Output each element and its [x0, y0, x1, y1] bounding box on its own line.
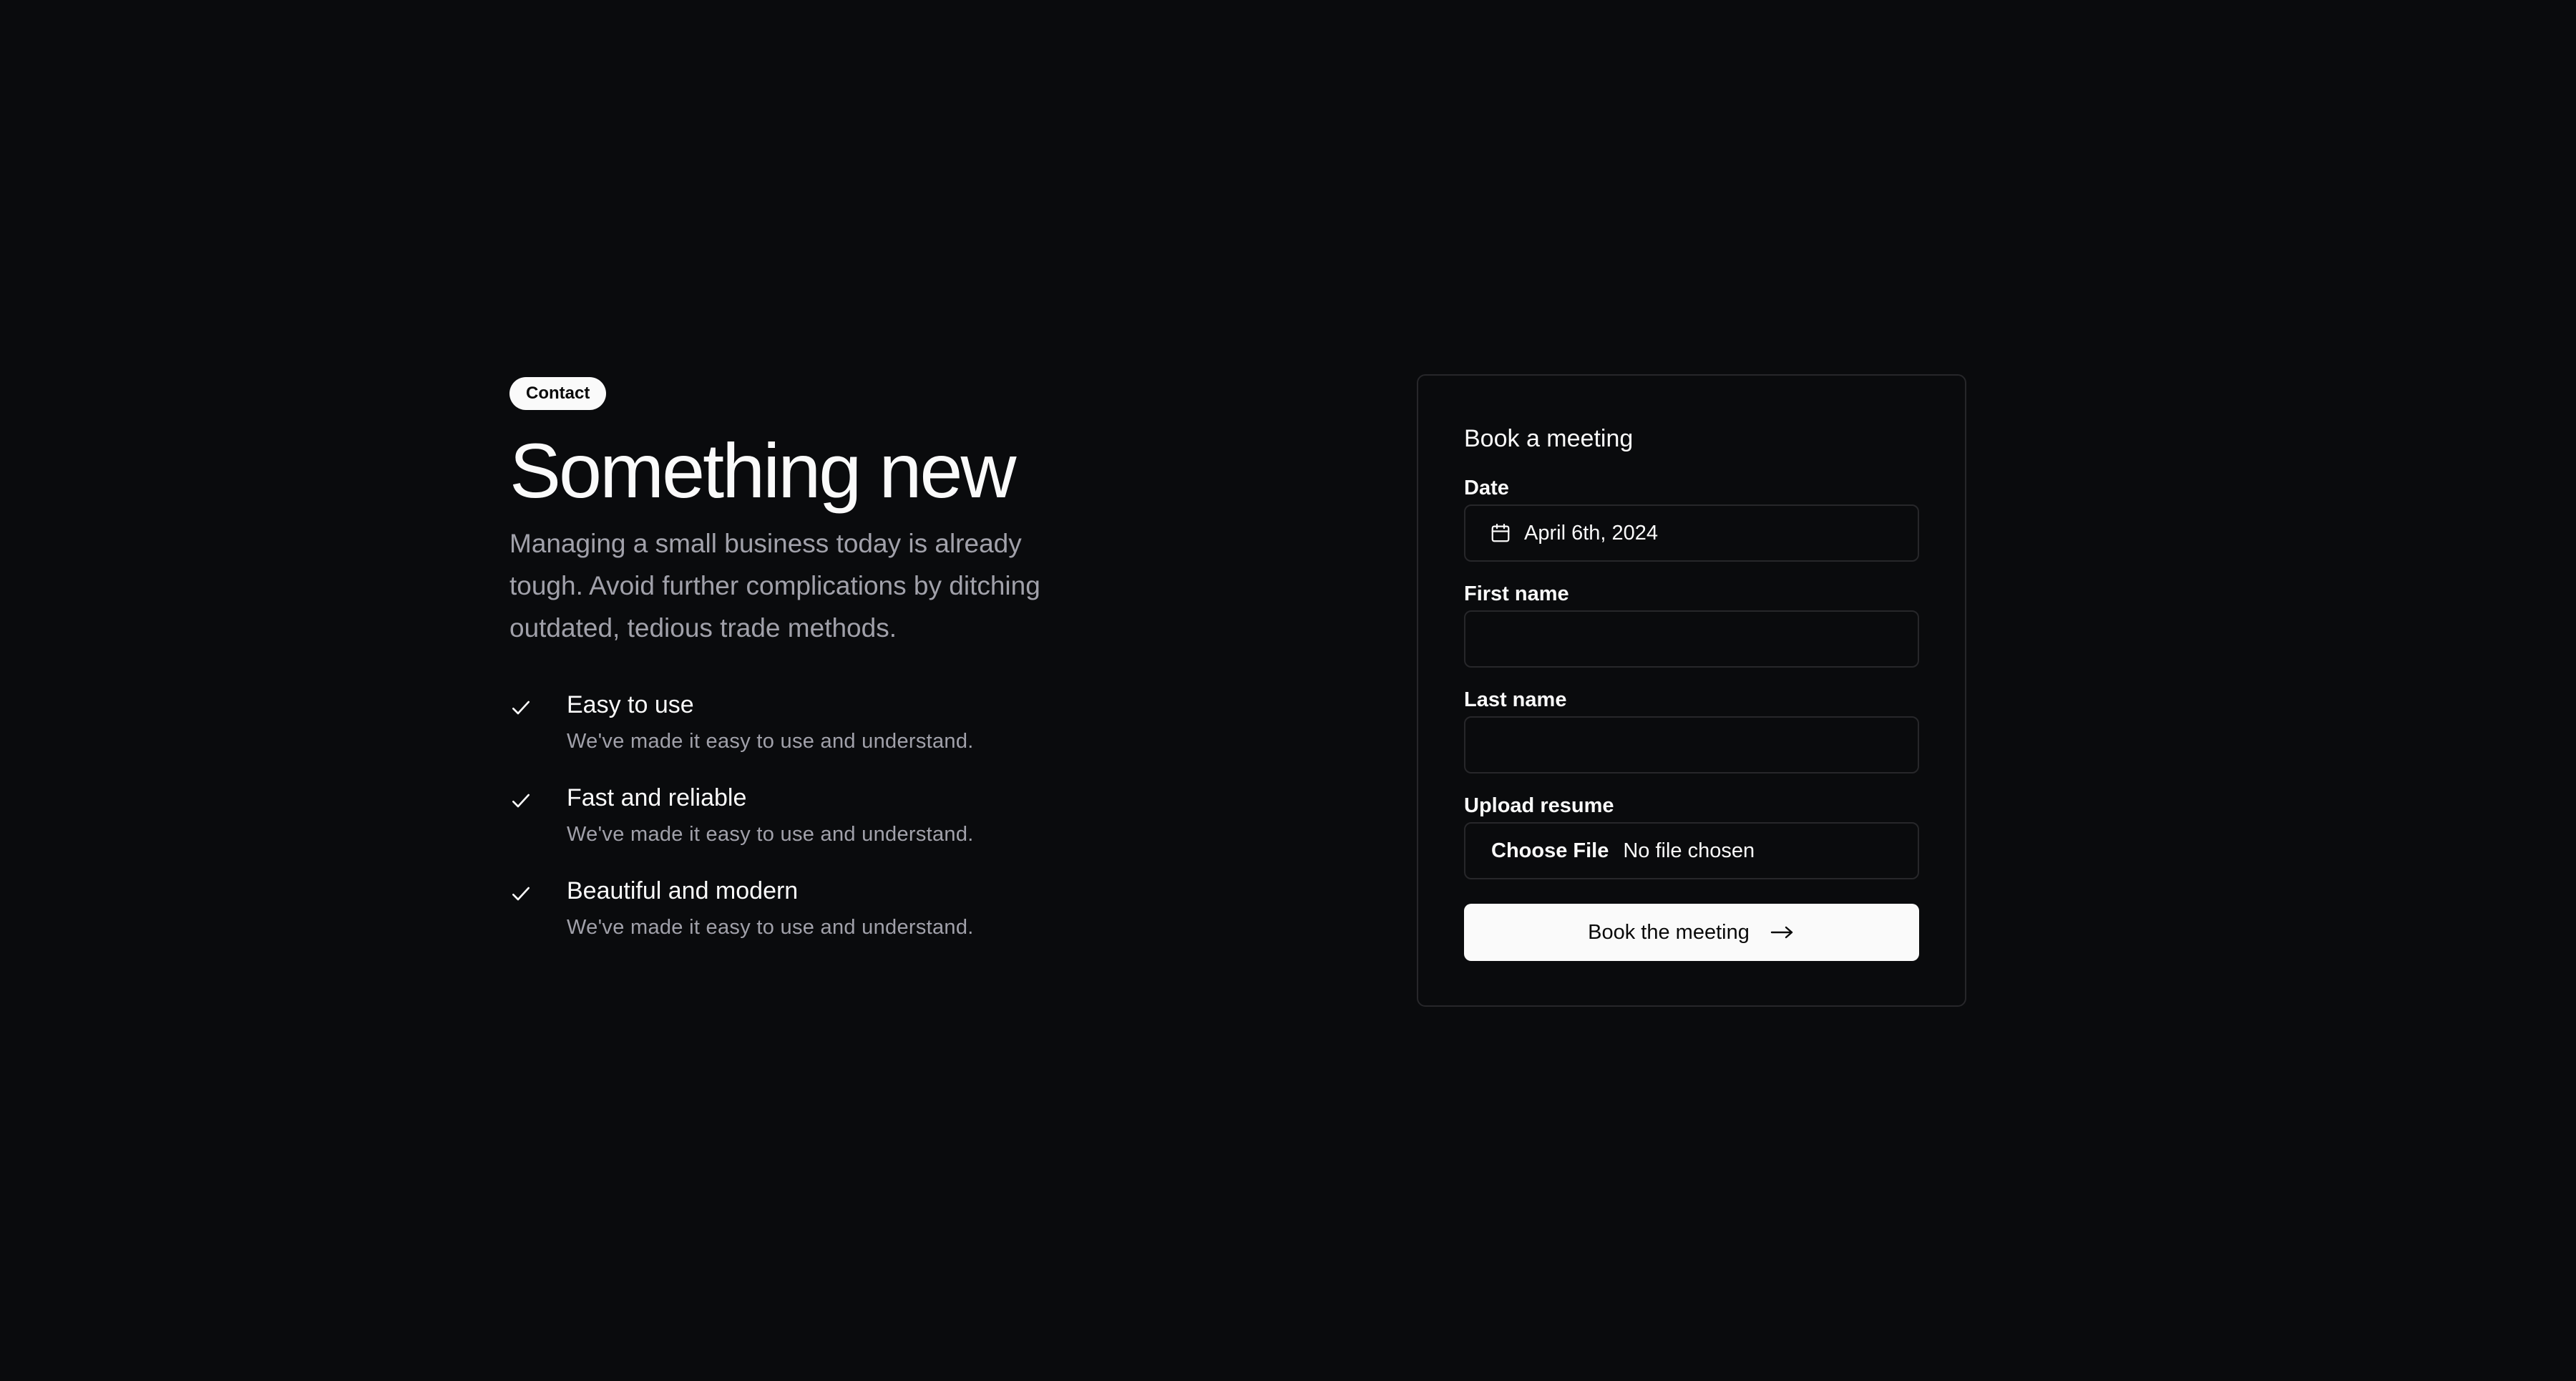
last-name-label: Last name [1464, 688, 1567, 711]
hero-section: Contact Something new Managing a small b… [509, 377, 1096, 968]
feature-item: Easy to use We've made it easy to use an… [509, 689, 1096, 755]
feature-item: Fast and reliable We've made it easy to … [509, 782, 1096, 848]
check-icon [512, 887, 530, 901]
feature-title: Easy to use [567, 690, 694, 718]
check-icon [512, 701, 530, 715]
feature-item: Beautiful and modern We've made it easy … [509, 875, 1096, 941]
date-label: Date [1464, 477, 1509, 499]
booking-card: Book a meeting Date April 6th, 2024 Firs… [1417, 374, 1966, 1007]
choose-file-button[interactable]: Choose File [1491, 839, 1609, 863]
resume-file-input[interactable]: Choose File No file chosen [1464, 822, 1919, 879]
card-title: Book a meeting [1464, 425, 1634, 452]
contact-badge: Contact [509, 377, 607, 410]
feature-text: Fast and reliable We've made it easy to … [567, 782, 974, 848]
book-meeting-button[interactable]: Book the meeting [1464, 904, 1919, 961]
file-status: No file chosen [1623, 839, 1755, 862]
calendar-icon [1491, 524, 1510, 542]
feature-description: We've made it easy to use and understand… [567, 915, 974, 939]
feature-list: Easy to use We've made it easy to use an… [509, 689, 1096, 941]
upload-resume-label: Upload resume [1464, 794, 1614, 817]
book-meeting-label: Book the meeting [1588, 920, 1750, 944]
feature-text: Easy to use We've made it easy to use an… [567, 689, 974, 755]
date-picker[interactable]: April 6th, 2024 [1464, 504, 1919, 562]
first-name-label: First name [1464, 582, 1569, 605]
feature-text: Beautiful and modern We've made it easy … [567, 875, 974, 941]
hero-description: Managing a small business today is alrea… [509, 528, 1040, 643]
check-icon [512, 794, 530, 808]
feature-title: Beautiful and modern [567, 877, 799, 904]
feature-title: Fast and reliable [567, 784, 747, 811]
feature-description: We've made it easy to use and understand… [567, 822, 974, 846]
arrow-right-icon [1770, 926, 1793, 939]
page-title: Something new [509, 427, 1016, 514]
last-name-input[interactable] [1464, 716, 1919, 774]
first-name-input[interactable] [1464, 610, 1919, 668]
feature-description: We've made it easy to use and understand… [567, 729, 974, 753]
date-value: April 6th, 2024 [1524, 521, 1659, 545]
